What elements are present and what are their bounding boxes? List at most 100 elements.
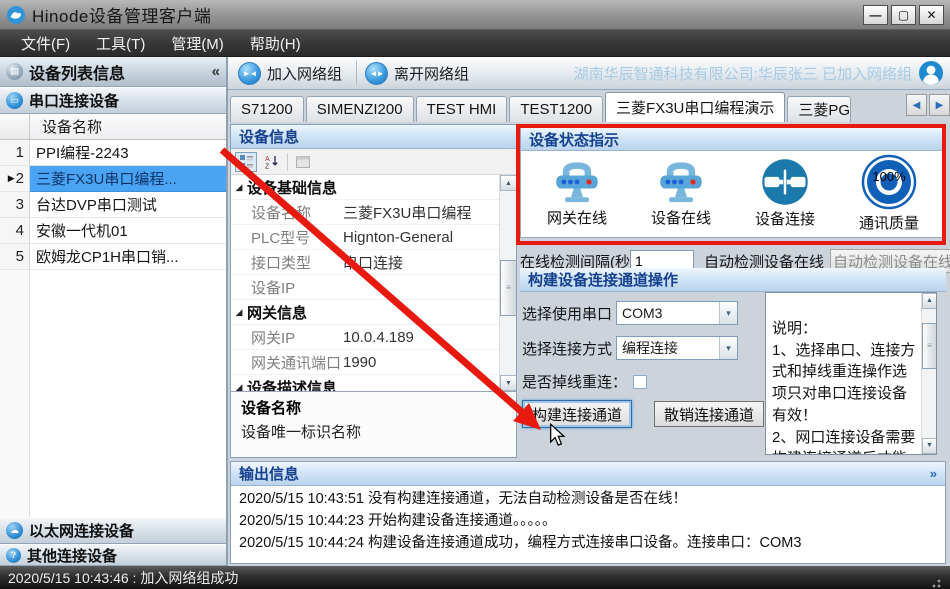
device-info-panel: 设备信息 AZ ◢设备基础信息 设备名称三菱FX3U串口编程 PLC型号Hi (230, 124, 517, 458)
reconnect-checkbox[interactable] (633, 375, 647, 389)
output-collapse-icon[interactable]: » (930, 466, 937, 481)
sidebar-title: 设备列表信息 (29, 60, 125, 84)
menu-manage[interactable]: 管理(M) (158, 30, 237, 56)
property-category[interactable]: ◢网关信息 (231, 300, 499, 325)
output-title: 输出信息 (239, 463, 299, 484)
status-bar: 2020/5/15 10:43:46 : 加入网络组成功 (0, 566, 950, 589)
sort-alphabetical-icon[interactable]: AZ (261, 152, 283, 172)
property-row[interactable]: 设备名称三菱FX3U串口编程 (231, 200, 499, 225)
dropdown-arrow-icon[interactable]: ▾ (719, 337, 737, 359)
instructions-scrollbar[interactable]: ▲ ≡ ▼ (921, 293, 936, 454)
device-row-4[interactable]: 4 安徽一代机01 (0, 218, 226, 244)
ethernet-section-label: 以太网连接设备 (29, 520, 134, 541)
section-serial-devices[interactable]: ▭ 串口连接设备 (0, 87, 226, 114)
device-online-icon (654, 158, 708, 206)
property-row[interactable]: PLC型号Hignton-General (231, 225, 499, 250)
serial-section-icon: ▭ (6, 92, 23, 109)
tab-scroll-right-button[interactable]: ▶ (929, 94, 950, 116)
svg-text:Z: Z (265, 164, 270, 170)
row-number: 1 (16, 144, 24, 161)
scrollbar-thumb[interactable]: ≡ (500, 260, 516, 316)
property-row[interactable]: 网关IP10.0.4.189 (231, 325, 499, 350)
row-number: 4 (16, 222, 24, 239)
menu-tools[interactable]: 工具(T) (83, 30, 158, 56)
status-label: 网关在线 (547, 207, 607, 228)
row-marker-icon: ▶ (8, 173, 15, 184)
connect-mode-row: 选择连接方式 编程连接 ▾ (522, 336, 738, 360)
property-row[interactable]: 接口类型串口连接 (231, 250, 499, 275)
minimize-button[interactable]: — (863, 5, 888, 25)
tab-test1200[interactable]: TEST1200 (509, 96, 603, 122)
section-ethernet-devices[interactable]: ☁ 以太网连接设备 (0, 517, 226, 544)
serial-port-select[interactable]: COM3 ▾ (616, 301, 738, 325)
tab-simenzi200[interactable]: SIMENZI200 (306, 96, 414, 122)
log-line: 2020/5/15 10:43:51 没有构建连接通道，无法自动检测设备是否在线… (239, 489, 937, 511)
connect-mode-value: 编程连接 (617, 337, 719, 359)
dropdown-arrow-icon[interactable]: ▾ (719, 302, 737, 324)
tab-strip: S71200 SIMENZI200 TEST HMI TEST1200 三菱FX… (230, 92, 902, 122)
maximize-button[interactable]: ▢ (891, 5, 916, 25)
channel-buttons-row: 构建连接通道 散销连接通道 (522, 400, 764, 428)
sidebar-collapse-icon[interactable]: « (212, 63, 220, 80)
device-list-sidebar: ▤ 设备列表信息 « ▭ 串口连接设备 设备名称 1 PPI编程-2243 ▶2… (0, 57, 228, 566)
property-grid-scrollbar[interactable]: ▲ ≡ ▼ (499, 175, 516, 391)
serial-port-label: 选择使用串口 (522, 303, 612, 324)
property-desc-title: 设备名称 (241, 397, 506, 418)
tab-mitsubishi-fx3u[interactable]: 三菱FX3U串口编程演示 (605, 92, 785, 122)
section-other-devices[interactable]: ? 其他连接设备 (0, 544, 226, 566)
channel-panel-header: 构建设备连接通道操作 (520, 268, 946, 292)
toolbar-separator (287, 153, 288, 171)
menu-help[interactable]: 帮助(H) (237, 30, 314, 56)
window-title: Hinode设备管理客户端 (32, 2, 211, 27)
property-category[interactable]: ◢设备基础信息 (231, 175, 499, 200)
menu-file[interactable]: 文件(F) (8, 30, 83, 56)
row-number-header (0, 114, 30, 139)
device-row-5[interactable]: 5 欧姆龙CP1H串口销... (0, 244, 226, 270)
device-table-header: 设备名称 (0, 114, 226, 140)
property-row[interactable]: 网关通讯端口1990 (231, 350, 499, 375)
tab-test-hmi[interactable]: TEST HMI (416, 96, 508, 122)
instructions-text: 说明： 1、选择串口、连接方式和掉线重连操作选项只对串口连接设备有效！ 2、网口… (772, 320, 915, 455)
device-row-2-selected[interactable]: ▶2 三菱FX3U串口编程... (0, 166, 226, 192)
scroll-up-icon[interactable]: ▲ (922, 293, 937, 309)
scroll-down-icon[interactable]: ▼ (500, 375, 516, 391)
gateway-online-icon (550, 158, 604, 206)
log-line: 2020/5/15 10:44:24 构建设备连接通道成功，编程方式连接串口设备… (239, 533, 937, 555)
output-panel: 输出信息 » 2020/5/15 10:43:51 没有构建连接通道，无法自动检… (230, 461, 946, 564)
serial-port-row: 选择使用串口 COM3 ▾ (522, 301, 738, 325)
output-header: 输出信息 » (231, 462, 945, 486)
other-section-icon: ? (6, 548, 21, 563)
channel-panel: 构建设备连接通道操作 选择使用串口 COM3 ▾ 选择连接方式 编程连接 ▾ (520, 268, 946, 459)
comm-quality-value: 100% (860, 169, 918, 184)
other-section-label: 其他连接设备 (27, 545, 117, 566)
connect-mode-select[interactable]: 编程连接 ▾ (616, 336, 738, 360)
category-expand-icon: ◢ (231, 182, 247, 193)
property-desc-text: 设备唯一标识名称 (241, 421, 506, 442)
categorized-view-icon[interactable] (235, 152, 257, 172)
reconnect-row: 是否掉线重连： (522, 371, 647, 392)
scrollbar-thumb[interactable]: ≡ (922, 323, 937, 369)
scroll-up-icon[interactable]: ▲ (500, 175, 516, 191)
device-row-3[interactable]: 3 台达DVP串口测试 (0, 192, 226, 218)
log-line: 2020/5/15 10:44:23 开始构建设备连接通道。。。。。 (239, 511, 937, 533)
ethernet-section-icon: ☁ (6, 522, 23, 539)
status-label: 设备在线 (651, 207, 711, 228)
status-bar-text: 2020/5/15 10:43:46 : 加入网络组成功 (8, 568, 238, 588)
resize-grip[interactable] (928, 575, 942, 589)
tab-scroll-left-button[interactable]: ◀ (906, 94, 927, 116)
device-row-1[interactable]: 1 PPI编程-2243 (0, 140, 226, 166)
property-row[interactable]: 设备IP (231, 275, 499, 300)
close-button[interactable]: ✕ (919, 5, 944, 25)
category-expand-icon: ◢ (231, 382, 247, 392)
destroy-channel-button[interactable]: 散销连接通道 (654, 401, 764, 427)
tab-mitsubishi-pg[interactable]: 三菱PG演示 (787, 96, 851, 122)
build-channel-button[interactable]: 构建连接通道 (522, 400, 632, 428)
status-label: 设备连接 (755, 208, 815, 229)
tab-s71200[interactable]: S71200 (230, 96, 304, 122)
status-label: 通讯质量 (859, 212, 919, 233)
scroll-down-icon[interactable]: ▼ (922, 438, 937, 454)
device-name: 三菱FX3U串口编程... (30, 166, 226, 192)
property-category[interactable]: ◢设备描述信息 (231, 375, 499, 391)
device-status-title: 设备状态指示 (529, 129, 619, 150)
app-logo-icon (6, 5, 26, 25)
